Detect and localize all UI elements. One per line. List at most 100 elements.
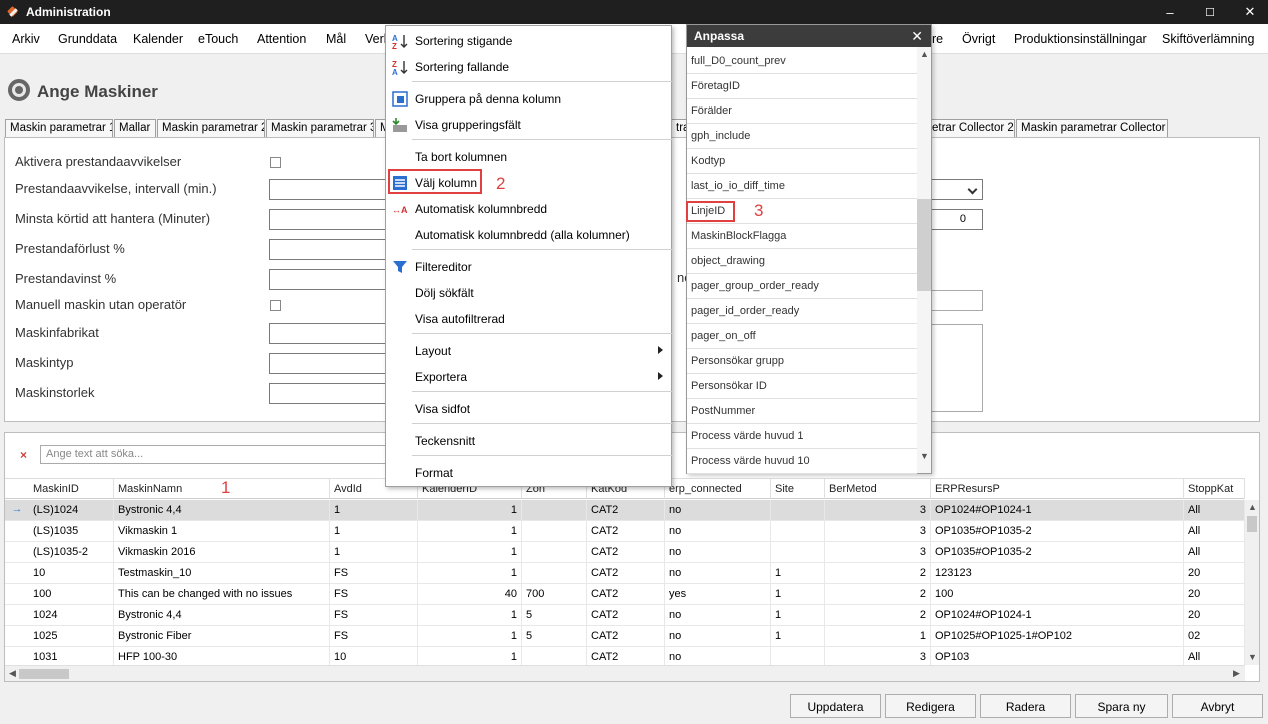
grid-horizontal-scrollbar[interactable]: ◀ ▶ (5, 665, 1245, 681)
table-cell[interactable]: 1 (771, 626, 825, 647)
table-row[interactable]: 100 This can be changed with no issues FS 4… (5, 584, 1245, 605)
table-cell[interactable]: CAT2 (587, 605, 665, 626)
scroll-right-icon[interactable]: ▶ (1233, 668, 1240, 679)
table-cell[interactable]: yes (665, 584, 771, 605)
table-cell[interactable]: 1 (771, 605, 825, 626)
minsta-kortid-input[interactable] (269, 209, 389, 230)
table-cell[interactable]: 5 (522, 626, 587, 647)
scroll-down-icon[interactable]: ▼ (1248, 652, 1257, 662)
table-cell[interactable]: 1024 (29, 605, 114, 626)
search-input[interactable]: Ange text att söka... (40, 445, 390, 464)
table-cell[interactable]: no (665, 542, 771, 563)
customize-column-item[interactable]: Personsökar grupp (687, 349, 917, 374)
manuell-maskin-checkbox[interactable] (270, 300, 281, 311)
table-cell[interactable]: All (1184, 521, 1245, 542)
right-spinner[interactable]: 0 (931, 209, 983, 230)
edit-button[interactable]: Redigera (885, 694, 976, 718)
customize-column-item[interactable]: full_D0_count_prev (687, 49, 917, 74)
menu-item-group-by-column[interactable]: Gruppera på denna kolumn (415, 92, 561, 106)
menu-item-remove-column[interactable]: Ta bort kolumnen (415, 150, 507, 164)
table-cell[interactable]: 1025 (29, 626, 114, 647)
column-header-site[interactable]: Site (771, 479, 825, 499)
menu-item-sort-descending[interactable]: Sortering fallande (415, 60, 509, 74)
table-cell[interactable]: 100 (931, 584, 1184, 605)
prestandavinst-input[interactable] (269, 269, 389, 290)
table-cell[interactable]: 40 (418, 584, 522, 605)
menu-item-show-auto-filter[interactable]: Visa autofiltrerad (415, 312, 505, 326)
table-cell[interactable]: 1 (418, 542, 522, 563)
menu-kalender[interactable]: Kalender (133, 32, 183, 46)
menu-item-layout[interactable]: Layout (415, 344, 451, 358)
maximize-button[interactable]: ☐ (1190, 0, 1230, 24)
table-cell[interactable]: (LS)1035-2 (29, 542, 114, 563)
menu-ovrigt[interactable]: Övrigt (962, 32, 995, 46)
clear-search-icon[interactable]: × (20, 448, 27, 462)
table-cell[interactable]: 1 (418, 626, 522, 647)
table-cell[interactable]: FS (330, 605, 418, 626)
close-button[interactable]: ✕ (1230, 0, 1268, 24)
table-cell[interactable]: 1 (330, 542, 418, 563)
table-cell[interactable]: 1 (771, 584, 825, 605)
minimize-button[interactable]: – (1150, 0, 1190, 24)
menu-partial[interactable]: re (932, 32, 943, 46)
table-cell[interactable]: 2 (825, 584, 931, 605)
scroll-down-icon[interactable]: ▼ (920, 451, 929, 461)
table-cell[interactable]: 1 (330, 500, 418, 521)
prestandaavvikelse-intervall-input[interactable] (269, 179, 389, 200)
table-cell[interactable]: (LS)1024 (29, 500, 114, 521)
menu-mal[interactable]: Mål (326, 32, 346, 46)
table-cell[interactable]: Bystronic 4,4 (114, 500, 330, 521)
table-row[interactable]: (LS)1035-2 Vikmaskin 2016 1 1 CAT2 no 3 OP1035#… (5, 542, 1245, 563)
table-cell[interactable]: 700 (522, 584, 587, 605)
table-cell[interactable]: 3 (825, 542, 931, 563)
table-cell[interactable]: no (665, 563, 771, 584)
table-cell[interactable]: 123123 (931, 563, 1184, 584)
column-header-erpresursp[interactable]: ERPResursP (931, 479, 1184, 499)
table-cell[interactable]: FS (330, 584, 418, 605)
column-header-bermetod[interactable]: BerMetod (825, 479, 931, 499)
table-cell[interactable]: Bystronic 4,4 (114, 605, 330, 626)
table-cell[interactable] (771, 521, 825, 542)
customize-column-item[interactable]: PostNummer (687, 399, 917, 424)
table-cell[interactable]: 100 (29, 584, 114, 605)
table-cell[interactable]: All (1184, 500, 1245, 521)
maskinstorlek-input[interactable] (269, 383, 389, 404)
customize-column-item[interactable]: pager_id_order_ready (687, 299, 917, 324)
table-cell[interactable]: 1 (771, 563, 825, 584)
table-cell[interactable]: CAT2 (587, 584, 665, 605)
table-cell[interactable] (522, 563, 587, 584)
table-cell[interactable]: 20 (1184, 605, 1245, 626)
table-cell[interactable]: 20 (1184, 563, 1245, 584)
table-cell[interactable]: OP1024#OP1024-1 (931, 500, 1184, 521)
menu-item-export[interactable]: Exportera (415, 370, 467, 384)
table-cell[interactable]: Vikmaskin 1 (114, 521, 330, 542)
table-cell[interactable]: OP1024#OP1024-1 (931, 605, 1184, 626)
tab-collector-3[interactable]: Maskin parametrar Collector 3 (1016, 119, 1168, 137)
grid-hscroll-thumb[interactable] (19, 669, 69, 679)
tab-maskin-parametrar-3[interactable]: Maskin parametrar 3 (266, 119, 374, 137)
customize-column-item[interactable]: gph_include (687, 124, 917, 149)
table-cell[interactable] (522, 542, 587, 563)
table-cell[interactable]: Testmaskin_10 (114, 563, 330, 584)
table-cell[interactable] (522, 521, 587, 542)
scroll-left-icon[interactable]: ◀ (9, 668, 16, 679)
save-new-button[interactable]: Spara ny (1075, 694, 1168, 718)
grid-vertical-scrollbar[interactable]: ▲ ▼ (1245, 500, 1259, 665)
tab-maskin-parametrar-1[interactable]: Maskin parametrar 1 (5, 119, 113, 137)
delete-button[interactable]: Radera (980, 694, 1071, 718)
update-button[interactable]: Uppdatera (790, 694, 881, 718)
customize-scroll-thumb[interactable] (917, 199, 931, 291)
column-header-stoppkat[interactable]: StoppKat (1184, 479, 1245, 499)
grid-vscroll-thumb[interactable] (1247, 516, 1257, 532)
table-cell[interactable]: All (1184, 542, 1245, 563)
menu-item-sort-ascending[interactable]: Sortering stigande (415, 34, 512, 48)
table-row[interactable]: 1025 Bystronic Fiber FS 1 5 CAT2 no 1 1 OP1025#OP… (5, 626, 1245, 647)
menu-skiftoverlamning[interactable]: Skiftöverlämning (1162, 32, 1254, 46)
menu-item-filter-editor[interactable]: Filtereditor (415, 260, 472, 274)
table-cell[interactable]: Bystronic Fiber (114, 626, 330, 647)
customize-column-item[interactable]: Kodtyp (687, 149, 917, 174)
menu-item-format[interactable]: Format (415, 466, 453, 480)
table-cell[interactable]: CAT2 (587, 626, 665, 647)
customize-column-item[interactable]: pager_on_off (687, 324, 917, 349)
column-header-erp-connected[interactable]: erp_connected (665, 479, 771, 499)
